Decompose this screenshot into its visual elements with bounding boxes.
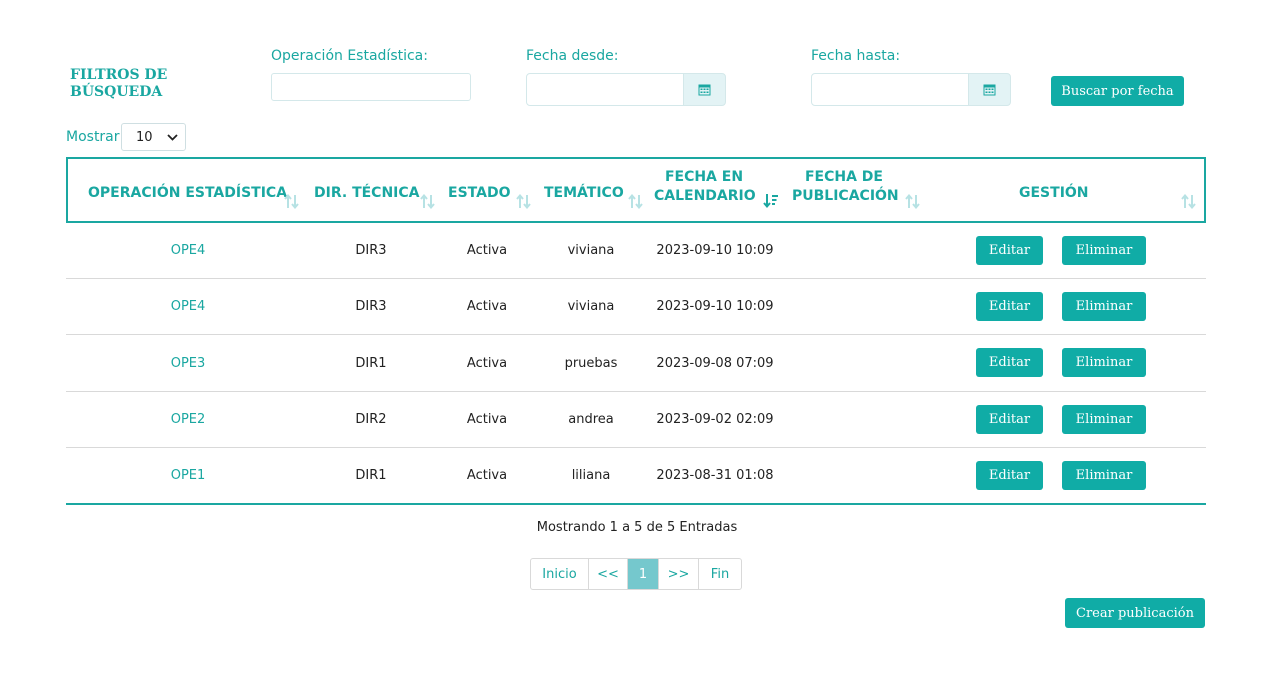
- delete-button[interactable]: Eliminar: [1062, 236, 1146, 265]
- chevron-down-icon: [167, 134, 178, 141]
- fecha-calendario-cell: 2023-09-10 10:09: [656, 243, 774, 258]
- fecha-calendario-cell: 2023-08-31 01:08: [656, 468, 774, 483]
- fecha-hasta-calendar-button[interactable]: [968, 73, 1011, 106]
- edit-button[interactable]: Editar: [976, 236, 1043, 265]
- fecha-calendario-cell: 2023-09-10 10:09: [656, 299, 774, 314]
- page-last[interactable]: Fin: [699, 559, 741, 589]
- row-divider: [66, 447, 1206, 448]
- tematico-cell: viviana: [567, 299, 615, 314]
- estado-cell: Activa: [466, 356, 508, 371]
- header-tematico[interactable]: TEMÁTICO: [544, 184, 624, 203]
- header-fecha-calendario-line1: FECHA EN: [664, 169, 744, 185]
- operacion-input[interactable]: [271, 73, 471, 101]
- estado-cell: Activa: [466, 243, 508, 258]
- edit-button[interactable]: Editar: [976, 405, 1043, 434]
- dir-cell: DIR1: [355, 356, 387, 371]
- estado-cell: Activa: [466, 299, 508, 314]
- page-next[interactable]: >>: [659, 559, 699, 589]
- page-size-select[interactable]: 10: [121, 123, 186, 151]
- row-divider: [66, 278, 1206, 279]
- pagination: Inicio << 1 >> Fin: [530, 558, 742, 590]
- delete-button[interactable]: Eliminar: [1062, 292, 1146, 321]
- page-first[interactable]: Inicio: [531, 559, 589, 589]
- header-fecha-publicacion-line1: FECHA DE: [804, 169, 883, 185]
- table-header: OPERACIÓN ESTADÍSTICA DIR. TÉCNICA ESTAD…: [66, 157, 1206, 223]
- tematico-cell: pruebas: [564, 356, 618, 371]
- sort-icon[interactable]: [420, 194, 436, 209]
- operacion-link[interactable]: OPE2: [138, 412, 238, 427]
- operacion-link[interactable]: OPE1: [138, 468, 238, 483]
- page-size-label: Mostrar: [66, 129, 120, 145]
- header-estado[interactable]: ESTADO: [448, 184, 510, 203]
- delete-button[interactable]: Eliminar: [1062, 348, 1146, 377]
- operacion-link[interactable]: OPE4: [138, 243, 238, 258]
- header-gestion: GESTIÓN: [1019, 185, 1089, 201]
- sort-desc-icon[interactable]: [763, 193, 779, 209]
- page-prev[interactable]: <<: [589, 559, 628, 589]
- fecha-calendario-cell: 2023-09-02 02:09: [656, 412, 774, 427]
- entries-summary: Mostrando 1 a 5 de 5 Entradas: [536, 520, 738, 535]
- fecha-desde-input[interactable]: [526, 73, 684, 106]
- row-divider: [66, 391, 1206, 392]
- header-fecha-calendario[interactable]: FECHA EN CALENDARIO: [654, 168, 756, 206]
- operacion-link[interactable]: OPE4: [138, 299, 238, 314]
- dir-cell: DIR3: [355, 299, 387, 314]
- fecha-hasta-label: Fecha hasta:: [811, 48, 901, 64]
- sort-icon[interactable]: [905, 194, 921, 209]
- fecha-hasta-input[interactable]: [811, 73, 969, 106]
- dir-cell: DIR2: [355, 412, 387, 427]
- calendar-icon: [983, 84, 996, 96]
- calendar-icon: [698, 84, 711, 96]
- sort-icon[interactable]: [284, 194, 300, 209]
- operacion-label: Operación Estadística:: [271, 48, 428, 64]
- estado-cell: Activa: [466, 412, 508, 427]
- operacion-link[interactable]: OPE3: [138, 356, 238, 371]
- sort-icon[interactable]: [1181, 194, 1197, 209]
- edit-button[interactable]: Editar: [976, 348, 1043, 377]
- fecha-desde-calendar-button[interactable]: [683, 73, 726, 106]
- tematico-cell: viviana: [567, 243, 615, 258]
- delete-button[interactable]: Eliminar: [1062, 405, 1146, 434]
- header-fecha-publicacion-line2: PUBLICACIÓN: [792, 188, 899, 204]
- table-bottom-border: [66, 503, 1206, 505]
- dir-cell: DIR3: [355, 243, 387, 258]
- sort-icon[interactable]: [628, 194, 644, 209]
- tematico-cell: liliana: [571, 468, 611, 483]
- header-fecha-calendario-line2: CALENDARIO: [654, 188, 756, 204]
- row-divider: [66, 334, 1206, 335]
- filters-title: FILTROS DE BÚSQUEDA: [70, 67, 168, 100]
- page-size-value: 10: [136, 129, 153, 145]
- page-current[interactable]: 1: [628, 559, 659, 589]
- edit-button[interactable]: Editar: [976, 292, 1043, 321]
- fecha-desde-label: Fecha desde:: [526, 48, 619, 64]
- header-operacion[interactable]: OPERACIÓN ESTADÍSTICA: [88, 184, 287, 203]
- search-by-date-button[interactable]: Buscar por fecha: [1051, 76, 1184, 106]
- tematico-cell: andrea: [568, 412, 614, 427]
- estado-cell: Activa: [466, 468, 508, 483]
- header-dir-tecnica[interactable]: DIR. TÉCNICA: [314, 184, 420, 203]
- header-fecha-publicacion[interactable]: FECHA DE PUBLICACIÓN: [792, 168, 899, 206]
- delete-button[interactable]: Eliminar: [1062, 461, 1146, 490]
- fecha-calendario-cell: 2023-09-08 07:09: [656, 356, 774, 371]
- dir-cell: DIR1: [355, 468, 387, 483]
- sort-icon[interactable]: [516, 194, 532, 209]
- create-publication-button[interactable]: Crear publicación: [1065, 598, 1205, 628]
- edit-button[interactable]: Editar: [976, 461, 1043, 490]
